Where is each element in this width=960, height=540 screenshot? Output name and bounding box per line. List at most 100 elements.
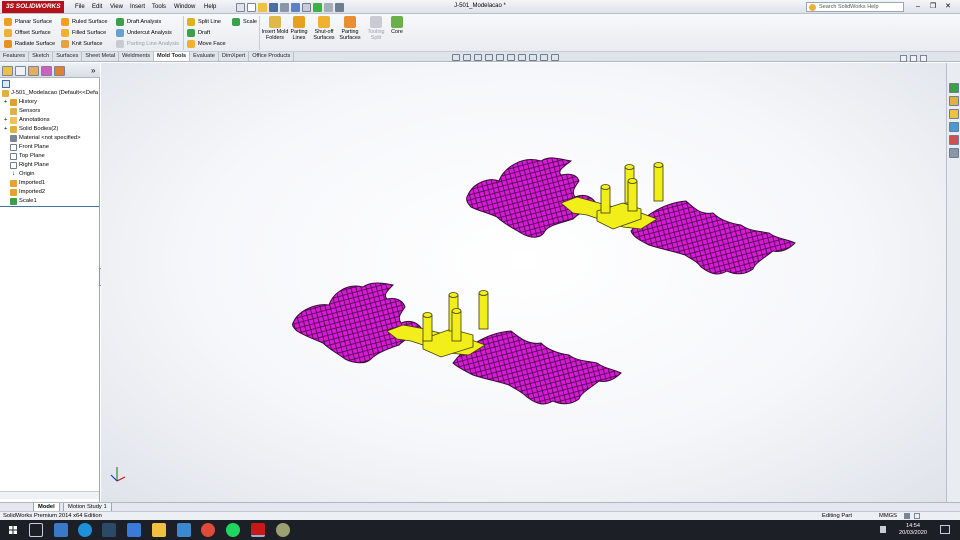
tree-item-history[interactable]: + History <box>4 98 37 107</box>
units-text[interactable]: MMGS <box>879 512 897 520</box>
tree-item-top-plane[interactable]: Top Plane <box>10 152 45 161</box>
solidworks-logo[interactable]: 3S SOLIDWORKS <box>2 1 64 13</box>
feature-tree-tab-icon[interactable] <box>2 66 13 76</box>
zoom-to-fit-icon[interactable] <box>452 54 460 61</box>
parting-surfaces-button[interactable]: Parting Surfaces <box>336 16 364 41</box>
section-view-icon[interactable] <box>485 54 493 61</box>
file-explorer-taskbar-icon[interactable] <box>152 523 166 537</box>
graphics-area[interactable] <box>101 63 946 502</box>
open-folder-icon[interactable] <box>258 2 267 12</box>
zoom-to-area-icon[interactable] <box>463 54 471 61</box>
minimize-button[interactable]: – <box>912 2 924 12</box>
notification-icon[interactable] <box>940 525 950 534</box>
task-view-icon[interactable] <box>29 523 43 537</box>
tree-root[interactable]: J-501_Modelacao (Default<<Defa <box>2 89 98 98</box>
display-manager-tab-icon[interactable] <box>54 66 65 76</box>
parting-line-analysis-button[interactable]: Parting Line Analysis <box>116 38 179 49</box>
taskbar-clock[interactable]: 14:54 20/03/2020 <box>893 523 933 536</box>
menu-edit[interactable]: Edit <box>89 2 105 12</box>
tree-item-imported2[interactable]: Imported2 <box>10 188 45 197</box>
steam-icon[interactable] <box>102 523 116 537</box>
menu-insert[interactable]: Insert <box>127 2 148 12</box>
teamviewer-icon[interactable] <box>78 523 92 537</box>
planar-surface-button[interactable]: Planar Surface <box>4 16 55 27</box>
dimxpert-manager-tab-icon[interactable] <box>41 66 52 76</box>
design-library-icon[interactable] <box>949 96 959 106</box>
property-manager-tab-icon[interactable] <box>15 66 26 76</box>
tree-item-material[interactable]: Material <not specified> <box>10 134 81 143</box>
menu-window[interactable]: Window <box>171 2 198 12</box>
horizontal-scrollbar[interactable] <box>0 491 99 499</box>
scale-button[interactable]: Scale <box>232 16 257 27</box>
viewport-restore-icon[interactable] <box>910 55 917 62</box>
knit-surface-button[interactable]: Knit Surface <box>61 38 107 49</box>
expand-arrow-icon[interactable]: » <box>91 66 95 75</box>
view-palette-icon[interactable] <box>949 122 959 132</box>
core-button[interactable]: Core <box>383 16 411 35</box>
save-icon[interactable] <box>269 2 278 12</box>
configuration-manager-tab-icon[interactable] <box>28 66 39 76</box>
undo-icon[interactable] <box>291 2 300 12</box>
display-style-icon[interactable] <box>507 54 515 61</box>
windows-start-icon[interactable] <box>6 523 20 537</box>
menu-view[interactable]: View <box>107 2 126 12</box>
speaker-icon[interactable] <box>880 526 886 533</box>
edit-appearance-icon[interactable] <box>529 54 537 61</box>
viewport-tile-icon[interactable] <box>900 55 907 62</box>
radiate-surface-button[interactable]: Radiate Surface <box>4 38 55 49</box>
view-settings-icon[interactable] <box>551 54 559 61</box>
tab-weldments[interactable]: Weldments <box>119 52 155 61</box>
tab-surfaces[interactable]: Surfaces <box>53 52 83 61</box>
filled-surface-button[interactable]: Filled Surface <box>61 27 107 38</box>
previous-view-icon[interactable] <box>474 54 482 61</box>
outlook-icon[interactable] <box>54 523 68 537</box>
filter-icon[interactable] <box>2 80 10 88</box>
help-status-icon[interactable] <box>914 513 920 519</box>
tree-item-origin[interactable]: ↓ Origin <box>10 170 34 179</box>
tab-evaluate[interactable]: Evaluate <box>190 52 219 61</box>
draft-analysis-button[interactable]: Draft Analysis <box>116 16 179 27</box>
chrome-icon[interactable] <box>201 523 215 537</box>
menu-file[interactable]: File <box>72 2 88 12</box>
tree-item-scale1[interactable]: Scale1 <box>10 197 37 206</box>
menu-tools[interactable]: Tools <box>149 2 169 12</box>
new-document-icon[interactable] <box>247 2 256 12</box>
spotify-icon[interactable] <box>226 523 240 537</box>
parting-lines-button[interactable]: Parting Lines <box>285 16 313 41</box>
split-line-button[interactable]: Split Line <box>187 16 226 27</box>
select-icon[interactable] <box>302 2 311 12</box>
rollback-bar[interactable] <box>0 206 99 207</box>
file-properties-icon[interactable] <box>324 2 333 12</box>
tree-item-sensors[interactable]: Sensors <box>10 107 40 116</box>
tab-office-products[interactable]: Office Products <box>249 52 295 61</box>
view-orientation-icon[interactable] <box>496 54 504 61</box>
apply-scene-icon[interactable] <box>540 54 548 61</box>
tab-sheet-metal[interactable]: Sheet Metal <box>82 52 120 61</box>
tree-item-right-plane[interactable]: Right Plane <box>10 161 49 170</box>
draft-button[interactable]: Draft <box>187 27 226 38</box>
search-input[interactable]: Search SolidWorks Help <box>806 2 904 12</box>
app-icon[interactable] <box>276 523 290 537</box>
tree-item-annotations[interactable]: + Annotations <box>4 116 50 125</box>
tab-features[interactable]: Features <box>0 52 30 61</box>
rebuild-icon[interactable] <box>313 2 322 12</box>
tree-item-imported1[interactable]: Imported1 <box>10 179 45 188</box>
skype-icon[interactable] <box>127 523 141 537</box>
shut-off-surfaces-button[interactable]: Shut-off Surfaces <box>310 16 338 41</box>
offset-surface-button[interactable]: Offset Surface <box>4 27 55 38</box>
tree-item-solid-bodies[interactable]: + Solid Bodies(2) <box>4 125 58 134</box>
tab-dimxpert[interactable]: DimXpert <box>219 52 250 61</box>
appearances-icon[interactable] <box>949 135 959 145</box>
undercut-analysis-button[interactable]: Undercut Analysis <box>116 27 179 38</box>
file-explorer-icon[interactable] <box>949 109 959 119</box>
pin-icon[interactable] <box>236 2 245 12</box>
close-button[interactable]: ✕ <box>942 2 954 12</box>
move-face-button[interactable]: Move Face <box>187 38 226 49</box>
restore-button[interactable]: ❐ <box>927 2 939 12</box>
tree-item-front-plane[interactable]: Front Plane <box>10 143 49 152</box>
units-dropdown-icon[interactable] <box>904 513 910 519</box>
solidworks-taskbar-icon[interactable] <box>251 523 265 537</box>
tab-sketch[interactable]: Sketch <box>29 52 54 61</box>
custom-properties-icon[interactable] <box>949 148 959 158</box>
mail-icon[interactable] <box>177 523 191 537</box>
